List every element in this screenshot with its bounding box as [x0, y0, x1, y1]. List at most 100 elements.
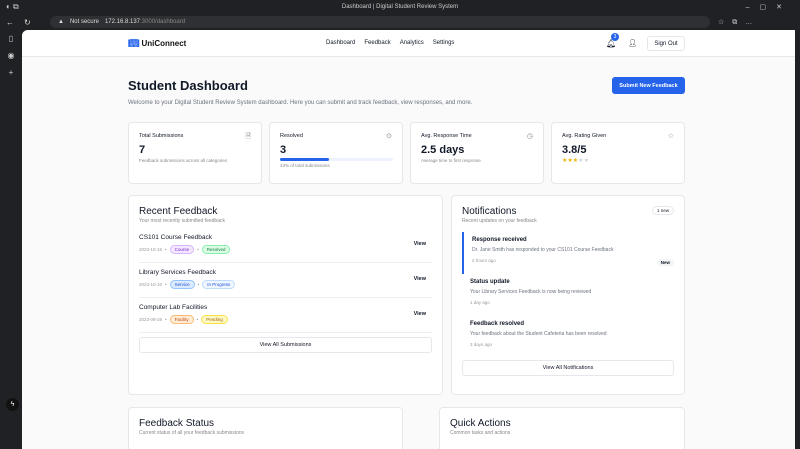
recent-title: Recent Feedback	[139, 206, 218, 217]
stat-sub: 43% of total submissions	[280, 163, 330, 168]
view-button[interactable]: View	[414, 311, 426, 317]
stat-value: 2.5 days	[421, 144, 465, 156]
separator: •	[197, 282, 200, 287]
status-badge: Resolved	[201, 245, 231, 254]
feedback-status-card: Feedback Status Current status of all yo…	[128, 407, 403, 449]
feedback-item[interactable]: Library Services Feedback 2023-10-10 • Se…	[139, 263, 432, 298]
notification-time: 2 hours ago	[472, 258, 496, 263]
notification-desc: Your Library Services Feedback is now be…	[470, 289, 592, 295]
view-button[interactable]: View	[414, 241, 426, 247]
tab-title[interactable]: Dashboard | Digital Student Review Syste…	[342, 4, 458, 10]
new-badge: New	[656, 259, 674, 266]
stat-sub: Average time to first response	[421, 158, 481, 163]
stat-card-response-time: Avg. Response Time ◷ 2.5 days Average ti…	[410, 122, 544, 184]
status-badge: Pending	[201, 315, 228, 324]
notifications-card: Notifications Recent updates on your fee…	[451, 195, 685, 395]
sign-out-button[interactable]: Sign Out	[647, 36, 685, 51]
browser-toolbar-icons[interactable]: ☆⧉…	[718, 18, 760, 27]
stat-title: Avg. Response Time	[421, 133, 472, 139]
welcome-text: Welcome to your Digital Student Review S…	[128, 100, 473, 106]
category-badge: Course	[169, 245, 195, 254]
notification-title: Response received	[472, 237, 527, 243]
document-icon: 🗎	[245, 133, 251, 140]
notification-item[interactable]: Feedback resolved Your feedback about th…	[462, 316, 674, 358]
stat-title: Total Submissions	[139, 133, 184, 139]
page: 📖︎ UniConnect Dashboard Feedback Analytic…	[22, 30, 795, 449]
recent-feedback-card: Recent Feedback Your most recently submi…	[128, 195, 443, 395]
feedback-title: CS101 Course Feedback	[139, 234, 212, 241]
progress-fill	[280, 158, 329, 161]
notification-title: Status update	[470, 279, 510, 285]
reload-icon[interactable]: ↻	[24, 18, 31, 27]
status-badge: In Progress	[202, 280, 236, 289]
quick-actions-title: Quick Actions	[450, 418, 511, 429]
feedback-title: Computer Lab Facilities	[139, 304, 208, 311]
user-icon[interactable]: 👤︎	[628, 39, 637, 47]
stat-value: 3	[280, 144, 287, 156]
stat-value: 3.8/5	[562, 144, 587, 156]
separator: •	[165, 247, 167, 252]
quick-actions-subtitle: Common tasks and actions	[450, 430, 511, 436]
logo[interactable]: 📖︎ UniConnect	[128, 38, 186, 49]
notification-item[interactable]: Response received Dr. Jane Smith has res…	[462, 232, 674, 274]
nav-analytics[interactable]: Analytics	[400, 40, 424, 46]
separator: •	[196, 317, 199, 322]
stat-value: 7	[139, 144, 146, 156]
view-button[interactable]: View	[414, 276, 426, 282]
stat-sub: Feedback submissions across all categori…	[139, 158, 228, 163]
browser-profile-icon[interactable]: ◐ ⧉	[6, 2, 19, 12]
stat-title: Resolved	[280, 133, 303, 139]
notification-time: 1 day ago	[470, 300, 490, 305]
add-icon[interactable]: +	[9, 68, 14, 77]
copilot-icon[interactable]: ◉	[8, 51, 15, 60]
warning-icon: ▲	[58, 19, 64, 25]
stat-title: Avg. Rating Given	[562, 133, 607, 139]
nav-feedback[interactable]: Feedback	[364, 40, 390, 46]
scrollbar[interactable]	[795, 30, 800, 449]
nav-settings[interactable]: Settings	[433, 40, 455, 46]
view-all-submissions-button[interactable]: View All Submissions	[139, 337, 432, 353]
page-title: Student Dashboard	[128, 78, 248, 93]
rating-stars: ★★★★★	[562, 157, 674, 164]
browser-sidebar: ▯ ◉ +	[0, 30, 22, 449]
security-label: Not secure	[69, 19, 99, 25]
url-input[interactable]: ▲ Not secure 172.16.8.137:3000/dashboard	[50, 16, 710, 28]
nav-dashboard[interactable]: Dashboard	[326, 40, 355, 46]
separator: •	[197, 247, 199, 252]
book-icon: 📖︎	[128, 38, 140, 48]
notifications-title: Notifications	[462, 206, 517, 217]
recent-subtitle: Your most recently submitted feedback	[139, 218, 225, 224]
notification-count-badge: 3	[611, 33, 619, 41]
window-controls[interactable]: –▢✕	[746, 3, 792, 11]
feedback-item[interactable]: CS101 Course Feedback 2023-10-15 • Course…	[139, 228, 432, 263]
submit-feedback-button[interactable]: Submit New Feedback	[612, 77, 685, 94]
navbar: 📖︎ UniConnect Dashboard Feedback Analytic…	[22, 30, 795, 57]
notification-title: Feedback resolved	[470, 321, 525, 327]
lightning-icon[interactable]: ϟ	[6, 398, 19, 411]
url-host: 172.16.8.137	[104, 19, 141, 25]
clock-icon: ◷	[526, 133, 533, 140]
status-card-subtitle: Current status of all your feedback subm…	[139, 430, 245, 436]
tabs-icon[interactable]: ▯	[9, 34, 13, 43]
logo-text: UniConnect	[141, 39, 187, 48]
feedback-item[interactable]: Computer Lab Facilities 2023-09-28 • Faci…	[139, 298, 432, 333]
notification-time: 3 days ago	[470, 342, 493, 347]
address-bar-row: ← ↻ ▲ Not secure 172.16.8.137:3000/dashbo…	[0, 14, 800, 30]
back-icon[interactable]: ←	[6, 18, 14, 27]
star-icon: ★	[583, 158, 589, 164]
view-all-notifications-button[interactable]: View All Notifications	[462, 360, 674, 376]
notification-desc: Dr. Jane Smith has responded to your CS1…	[472, 247, 614, 253]
quick-actions-card: Quick Actions Common tasks and actions	[439, 407, 685, 449]
check-circle-icon: ⊙	[386, 133, 392, 140]
resolved-progress-bar	[280, 158, 393, 161]
url-path: :3000/dashboard	[140, 19, 186, 25]
stat-card-total: Total Submissions 🗎 7 Feedback submissio…	[128, 122, 262, 184]
notification-item[interactable]: Status update Your Library Services Feed…	[462, 274, 674, 316]
separator: •	[165, 282, 167, 287]
feedback-title: Library Services Feedback	[139, 269, 216, 276]
category-badge: Service	[169, 280, 195, 289]
separator: •	[165, 317, 167, 322]
browser-titlebar: ◐ ⧉ Dashboard | Digital Student Review S…	[0, 0, 800, 14]
status-card-title: Feedback Status	[139, 418, 215, 429]
new-count-badge: 1 new	[651, 206, 674, 215]
